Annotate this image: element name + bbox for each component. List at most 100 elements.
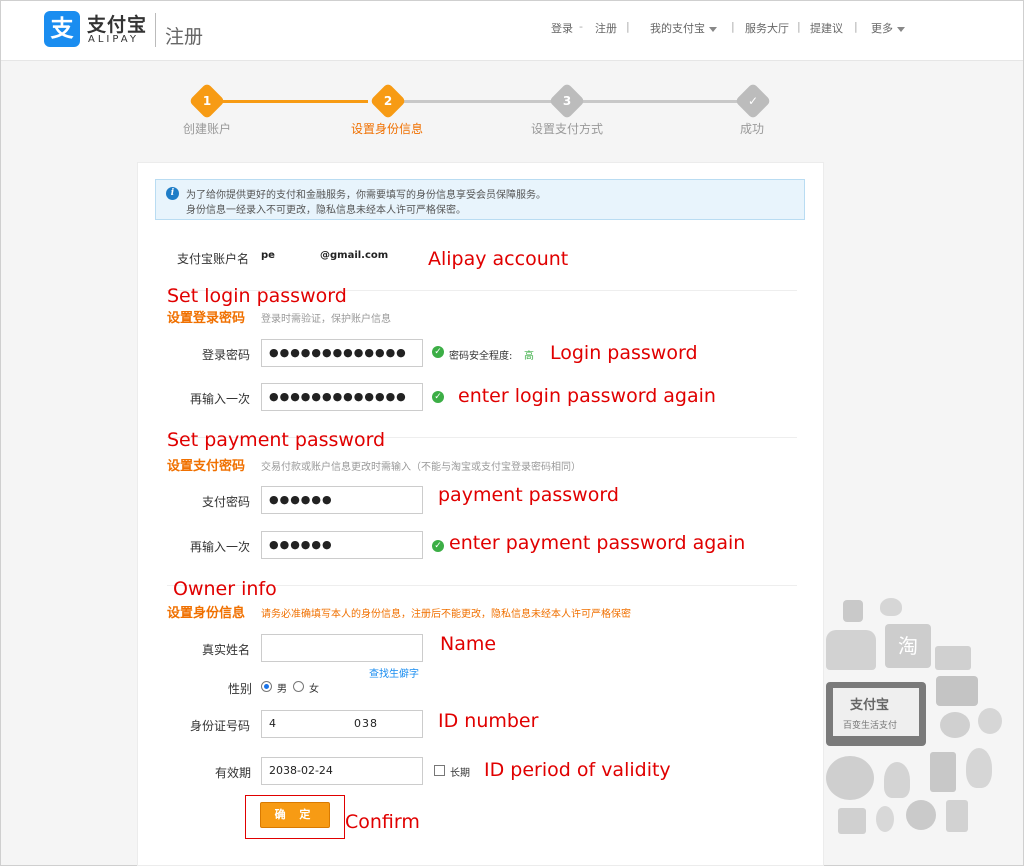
- step-1-label: 创建账户: [183, 122, 232, 136]
- notice-line-1: 为了给你提供更好的支付和金融服务，你需要填写的身份信息享受会员保障服务。: [186, 190, 546, 201]
- nav-more[interactable]: 更多: [871, 20, 905, 36]
- box-icon: [838, 808, 866, 834]
- drop-icon: [876, 806, 894, 832]
- login-section-desc: 登录时需验证，保护账户信息: [261, 314, 391, 325]
- identity-section-desc: 请务必准确填写本人的身份信息，注册后不能更改，隐私信息未经本人许可严格保密: [261, 609, 631, 620]
- page-title: 注册: [165, 26, 204, 48]
- real-name-input[interactable]: [261, 634, 423, 662]
- annotation-alipay-account: Alipay account: [428, 248, 569, 270]
- nav-dash: -: [579, 20, 583, 33]
- step-3-number: 3: [562, 94, 572, 108]
- step-connector: [580, 100, 740, 103]
- account-label: 支付宝账户名: [177, 252, 250, 266]
- login-password-label: 登录密码: [202, 348, 251, 362]
- notice-line-2: 身份信息一经录入不可更改，隐私信息未经本人许可严格保密。: [186, 205, 466, 216]
- id-number-start: 4: [269, 717, 277, 730]
- step-4-label: 成功: [740, 122, 765, 136]
- gender-male-label: 男: [277, 684, 287, 695]
- nav-separator: |: [731, 20, 735, 33]
- validity-date-input[interactable]: 2038-02-24: [261, 757, 423, 785]
- annotation-name: Name: [440, 633, 497, 655]
- payment-password-confirm-input[interactable]: ●●●●●●: [261, 531, 423, 559]
- gender-label: 性别: [228, 682, 253, 696]
- payment-password-input[interactable]: ●●●●●●: [261, 486, 423, 514]
- alipay-logo-icon[interactable]: 支: [44, 11, 80, 47]
- annotation-set-payment-password: Set payment password: [167, 429, 386, 451]
- annotation-set-login-password: Set login password: [167, 285, 347, 307]
- annotation-enter-login-again: enter login password again: [458, 385, 716, 407]
- annotation-confirm: Confirm: [345, 811, 420, 833]
- confirm-button[interactable]: 确 定: [260, 802, 330, 828]
- nav-login-link[interactable]: 登录: [551, 20, 573, 36]
- hand-icon: [826, 630, 876, 670]
- check-circle-icon: ✓: [432, 540, 444, 552]
- nav-my-alipay[interactable]: 我的支付宝: [650, 20, 717, 36]
- strength-label: 密码安全程度:: [449, 351, 513, 362]
- gender-male-radio[interactable]: [261, 681, 272, 692]
- checkmark-icon: ✓: [747, 94, 759, 108]
- step-2-number: 2: [383, 94, 393, 108]
- annotation-owner-info: Owner info: [173, 578, 277, 600]
- payment-password-label: 支付密码: [202, 495, 251, 509]
- annotation-login-password: Login password: [550, 342, 698, 364]
- nav-service-hall[interactable]: 服务大厅: [745, 20, 789, 36]
- account-value-suffix: @gmail.com: [320, 250, 389, 261]
- bulb-icon: [884, 762, 910, 798]
- payment-section-desc: 交易付款或账户信息更改时需输入（不能与淘宝或支付宝登录密码相同）: [261, 462, 581, 473]
- logo-text: 支付宝: [87, 14, 148, 36]
- lookup-rare-char-link[interactable]: 查找生僻字: [369, 665, 419, 680]
- info-icon: i: [166, 187, 179, 200]
- long-term-label: 长期: [450, 768, 470, 779]
- step-connector: [402, 100, 554, 103]
- check-circle-icon: ✓: [432, 391, 444, 403]
- taobao-bag-icon: 淘: [885, 624, 931, 668]
- bag-icon: [978, 708, 1002, 734]
- card-icon: [935, 646, 971, 670]
- gender-female-radio[interactable]: [293, 681, 304, 692]
- nav-separator: |: [797, 20, 801, 33]
- phone-icon: [930, 752, 956, 792]
- wallet-icon: [936, 676, 978, 706]
- cup-icon: [946, 800, 968, 832]
- gender-female-label: 女: [309, 684, 319, 695]
- coffee-icon: [940, 712, 970, 738]
- step-2-label: 设置身份信息: [351, 122, 424, 136]
- illustration-brand: 支付宝: [850, 698, 890, 713]
- nav-suggest[interactable]: 提建议: [810, 20, 843, 36]
- login-password-input[interactable]: ●●●●●●●●●●●●●: [261, 339, 423, 367]
- real-name-label: 真实姓名: [202, 643, 251, 657]
- payment-section-title: 设置支付密码: [167, 459, 246, 474]
- step-3-label: 设置支付方式: [531, 122, 604, 136]
- check-circle-icon: ✓: [432, 346, 444, 358]
- annotation-id-number: ID number: [438, 710, 539, 732]
- login-password-confirm-input[interactable]: ●●●●●●●●●●●●●: [261, 383, 423, 411]
- login-confirm-label: 再输入一次: [190, 392, 251, 406]
- id-number-label: 身份证号码: [190, 719, 251, 733]
- logo-divider: [155, 13, 156, 47]
- annotation-payment-password: payment password: [438, 484, 619, 506]
- long-term-checkbox[interactable]: [434, 765, 445, 776]
- step-connector-done: [218, 100, 368, 103]
- logo-english: ALIPAY: [88, 34, 139, 45]
- lock-icon: [843, 600, 863, 622]
- nav-separator: |: [626, 20, 630, 33]
- site-header: 支 支付宝 ALIPAY 注册: [1, 1, 1023, 61]
- payment-confirm-label: 再输入一次: [190, 540, 251, 554]
- nav-register-link[interactable]: 注册: [595, 20, 617, 36]
- id-number-input[interactable]: 4 038: [261, 710, 423, 738]
- nav-my-alipay-label: 我的支付宝: [650, 22, 705, 35]
- account-value-prefix: pe: [261, 250, 275, 261]
- step-1-number: 1: [202, 94, 212, 108]
- leaf-icon: [966, 748, 992, 788]
- validity-label: 有效期: [215, 766, 252, 780]
- annotation-enter-payment-again: enter payment password again: [449, 532, 746, 554]
- annotation-id-validity: ID period of validity: [484, 759, 671, 781]
- identity-section-title: 设置身份信息: [167, 606, 246, 621]
- illustration-slogan: 百变生活支付: [843, 721, 898, 731]
- id-number-end: 038: [354, 717, 378, 730]
- chevron-down-icon: [709, 26, 717, 32]
- strength-value: 高: [524, 351, 534, 362]
- login-section-title: 设置登录密码: [167, 311, 246, 326]
- chevron-down-icon: [897, 26, 905, 32]
- clock-icon: [906, 800, 936, 830]
